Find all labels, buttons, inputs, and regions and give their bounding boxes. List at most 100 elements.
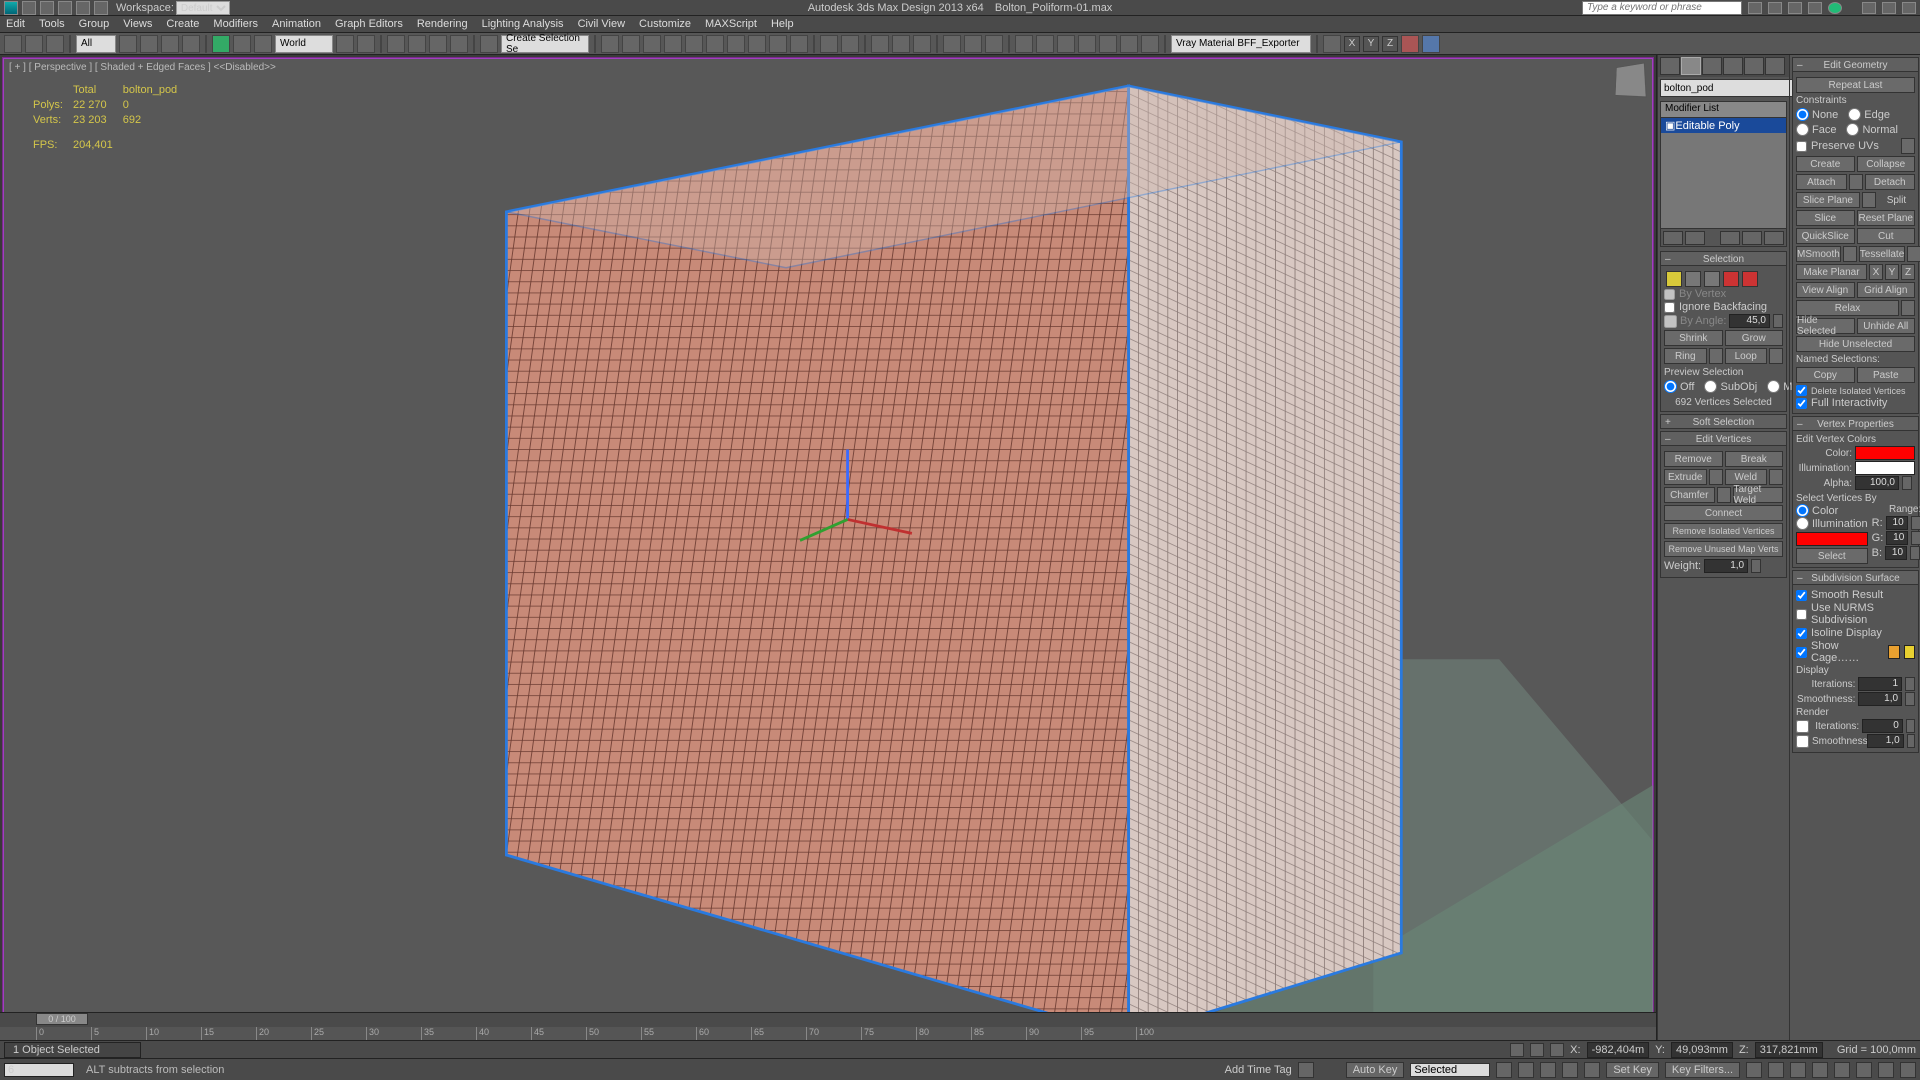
preview-multi[interactable] [1767, 380, 1780, 393]
nav-1-icon[interactable] [1746, 1062, 1762, 1078]
selset-edit-icon[interactable] [480, 35, 498, 53]
menu-edit[interactable]: Edit [6, 18, 25, 30]
rollout-editverts[interactable]: Edit Vertices [1660, 431, 1787, 446]
selection-filter-dropdown[interactable]: All [76, 35, 116, 53]
weld-opt[interactable] [1769, 469, 1783, 485]
connect-button[interactable]: Connect [1664, 505, 1783, 521]
keyfilters-button[interactable]: Key Filters... [1665, 1062, 1740, 1078]
undo-icon[interactable] [76, 1, 90, 15]
select-region-icon[interactable] [161, 35, 179, 53]
material-dropdown[interactable]: Vray Material BFF_Exporter [1171, 35, 1311, 53]
isolate-icon[interactable] [1530, 1043, 1544, 1057]
help-icon[interactable] [1828, 2, 1842, 14]
modifier-editable-poly[interactable]: Editable Poly [1661, 118, 1786, 133]
selset-dropdown[interactable]: Create Selection Se [501, 35, 589, 53]
constraint-edge[interactable] [1848, 108, 1861, 121]
time-slider[interactable]: 0 / 100 [36, 1013, 88, 1025]
tb-10-icon[interactable] [1036, 35, 1054, 53]
disp-iter[interactable]: 1 [1858, 677, 1902, 691]
vc-color-swatch[interactable] [1855, 446, 1915, 460]
mirror-icon[interactable] [601, 35, 619, 53]
open-icon[interactable] [40, 1, 54, 15]
render-icon[interactable] [790, 35, 808, 53]
relax-button[interactable]: Relax [1796, 300, 1899, 316]
tb-3-icon[interactable] [871, 35, 889, 53]
attach-button[interactable]: Attach [1796, 174, 1847, 190]
redo-icon[interactable] [94, 1, 108, 15]
timetag-icon[interactable] [1298, 1062, 1314, 1078]
axis-z[interactable]: Z [1382, 36, 1398, 52]
select-name-icon[interactable] [140, 35, 158, 53]
app-icon[interactable] [4, 1, 18, 15]
nav-7-icon[interactable] [1878, 1062, 1894, 1078]
snap-icon[interactable] [387, 35, 405, 53]
preview-off[interactable] [1664, 380, 1677, 393]
ring-spinner[interactable] [1709, 348, 1723, 364]
copy-button[interactable]: Copy [1796, 367, 1855, 383]
alpha-spinner[interactable] [1902, 476, 1912, 490]
range-g[interactable]: 10 [1886, 531, 1908, 545]
msmooth-opt[interactable] [1843, 246, 1857, 262]
menu-grapheditors[interactable]: Graph Editors [335, 18, 403, 30]
pin-stack-icon[interactable] [1663, 231, 1683, 245]
menu-maxscript[interactable]: MAXScript [705, 18, 757, 30]
tab-hierarchy[interactable] [1702, 57, 1722, 75]
tb-11-icon[interactable] [1057, 35, 1075, 53]
coord-icon[interactable] [1550, 1043, 1564, 1057]
menu-animation[interactable]: Animation [272, 18, 321, 30]
menu-lighting[interactable]: Lighting Analysis [482, 18, 564, 30]
vc-alpha[interactable]: 100,0 [1855, 476, 1899, 490]
close-button[interactable] [1902, 2, 1916, 14]
rend-iter[interactable]: 0 [1862, 719, 1903, 733]
tess-opt[interactable] [1907, 246, 1920, 262]
rend-iter-check[interactable] [1796, 720, 1809, 733]
weld-button[interactable]: Weld [1725, 469, 1768, 485]
tess-button[interactable]: Tessellate [1859, 246, 1905, 262]
hidesel-button[interactable]: Hide Selected [1796, 318, 1855, 334]
quickslice-button[interactable]: QuickSlice [1796, 228, 1855, 244]
make-unique-icon[interactable] [1720, 231, 1740, 245]
object-name-field[interactable] [1660, 79, 1800, 97]
select-vc-button[interactable]: Select [1796, 548, 1868, 564]
attach-opt[interactable] [1849, 174, 1863, 190]
workspace-dropdown[interactable]: Default [176, 1, 230, 15]
resetplane-button[interactable]: Reset Plane [1857, 210, 1916, 226]
loop-spinner[interactable] [1769, 348, 1783, 364]
new-icon[interactable] [22, 1, 36, 15]
create-button[interactable]: Create [1796, 156, 1855, 172]
window-cross-icon[interactable] [182, 35, 200, 53]
menu-rendering[interactable]: Rendering [417, 18, 468, 30]
riv-button[interactable]: Remove Isolated Vertices [1664, 523, 1783, 539]
preserve-uv-check[interactable] [1796, 141, 1807, 152]
rollout-editgeom[interactable]: Edit Geometry [1792, 57, 1919, 72]
tb-8-icon[interactable] [985, 35, 1003, 53]
loop-button[interactable]: Loop [1725, 348, 1768, 364]
bind-icon[interactable] [46, 35, 64, 53]
ring-button[interactable]: Ring [1664, 348, 1707, 364]
constraint-face[interactable] [1796, 123, 1809, 136]
tb-6-icon[interactable] [943, 35, 961, 53]
rollout-vprops[interactable]: Vertex Properties [1792, 416, 1919, 431]
tb-14-icon[interactable] [1120, 35, 1138, 53]
menu-group[interactable]: Group [79, 18, 110, 30]
rollout-subdiv[interactable]: Subdivision Surface [1792, 570, 1919, 585]
rollout-softsel[interactable]: Soft Selection [1660, 414, 1787, 429]
asnap-icon[interactable] [408, 35, 426, 53]
remove-mod-icon[interactable] [1742, 231, 1762, 245]
signin-icon[interactable] [1788, 2, 1802, 14]
cage-check[interactable] [1796, 647, 1807, 658]
break-button[interactable]: Break [1725, 451, 1784, 467]
pivot-icon[interactable] [336, 35, 354, 53]
coord-z[interactable]: 317,821mm [1755, 1042, 1823, 1058]
viewport[interactable]: [ + ] [ Perspective ] [ Shaded + Edged F… [2, 57, 1654, 1038]
rollout-selection[interactable]: Selection [1660, 251, 1787, 266]
curve-icon[interactable] [685, 35, 703, 53]
spinner-icon[interactable] [450, 35, 468, 53]
coord-y[interactable]: 49,093mm [1671, 1042, 1733, 1058]
play-end-icon[interactable] [1584, 1062, 1600, 1078]
planar-z[interactable]: Z [1901, 264, 1915, 280]
constraint-normal[interactable] [1846, 123, 1859, 136]
modifier-list-dropdown[interactable]: Modifier List [1661, 102, 1786, 118]
exchange-icon[interactable] [1808, 2, 1822, 14]
manip-icon[interactable] [357, 35, 375, 53]
